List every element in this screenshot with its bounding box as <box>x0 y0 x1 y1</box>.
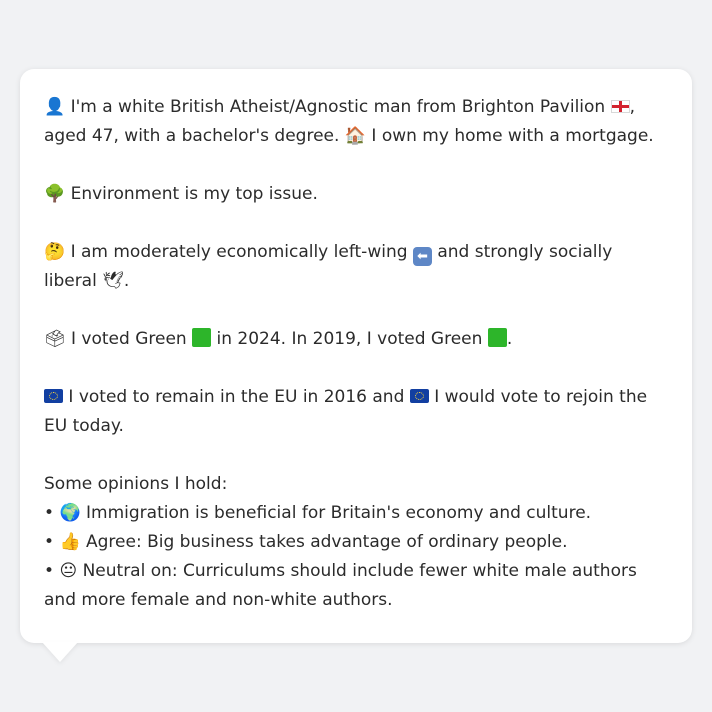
opinions-section: Some opinions I hold: • 🌍 Immigration is… <box>44 470 668 615</box>
list-item: • 🌍 Immigration is beneficial for Britai… <box>44 499 668 528</box>
green-square-icon <box>487 328 507 347</box>
eu-flag-icon <box>44 389 63 403</box>
green-square-icon <box>192 328 212 347</box>
vote-2024-text: I voted Green <box>71 329 187 349</box>
votes-end: . <box>506 329 513 349</box>
message-bubble: 👤 I'm a white British Atheist/Agnostic m… <box>20 69 692 643</box>
eu-remain-text: I voted to remain in the EU in 2016 and <box>68 387 405 407</box>
ideology-text-economic: I am moderately economically left-wing <box>70 242 408 262</box>
house-icon: 🏠 <box>344 126 366 146</box>
globe-icon: 🌍 <box>59 503 81 523</box>
eu-flag-icon <box>409 389 429 403</box>
intro-paragraph: 👤 I'm a white British Atheist/Agnostic m… <box>44 93 668 151</box>
thumbs-up-icon: 👍 <box>59 532 81 552</box>
top-issue-text: Environment is my top issue. <box>70 184 318 204</box>
thinking-face-icon: 🤔 <box>44 242 66 262</box>
dove-icon: 🕊 <box>102 271 124 291</box>
opinion-text: Neutral on: Curriculums should include f… <box>44 561 637 610</box>
bullet: • <box>44 503 55 523</box>
neutral-face-icon: 😐 <box>59 561 78 581</box>
opinions-header: Some opinions I hold: <box>44 474 228 494</box>
bullet: • <box>44 561 55 581</box>
ideology-paragraph: 🤔 I am moderately economically left-wing… <box>44 238 668 296</box>
vote-2019-text: in 2024. In 2019, I voted Green <box>216 329 483 349</box>
ballot-box-icon: 🗳 <box>44 329 66 349</box>
list-item: • 👍 Agree: Big business takes advantage … <box>44 528 668 557</box>
england-flag-icon <box>610 100 630 113</box>
home-text: I own my home with a mortgage. <box>371 126 654 146</box>
person-silhouette-icon: 👤 <box>44 97 66 117</box>
list-item: • 😐 Neutral on: Curriculums should inclu… <box>44 557 668 615</box>
top-issue-paragraph: 🌳 Environment is my top issue. <box>44 180 668 209</box>
left-arrow-icon: ⬅ <box>412 247 432 266</box>
opinion-text: Immigration is beneficial for Britain's … <box>86 503 592 523</box>
opinion-text: Agree: Big business takes advantage of o… <box>86 532 568 552</box>
ideology-end: . <box>123 271 130 291</box>
eu-paragraph: I voted to remain in the EU in 2016 and … <box>44 383 668 441</box>
bubble-tail <box>42 642 78 662</box>
bullet: • <box>44 532 55 552</box>
intro-text: I'm a white British Atheist/Agnostic man… <box>70 97 606 117</box>
tree-icon: 🌳 <box>44 184 66 204</box>
votes-paragraph: 🗳 I voted Green in 2024. In 2019, I vote… <box>44 325 668 354</box>
